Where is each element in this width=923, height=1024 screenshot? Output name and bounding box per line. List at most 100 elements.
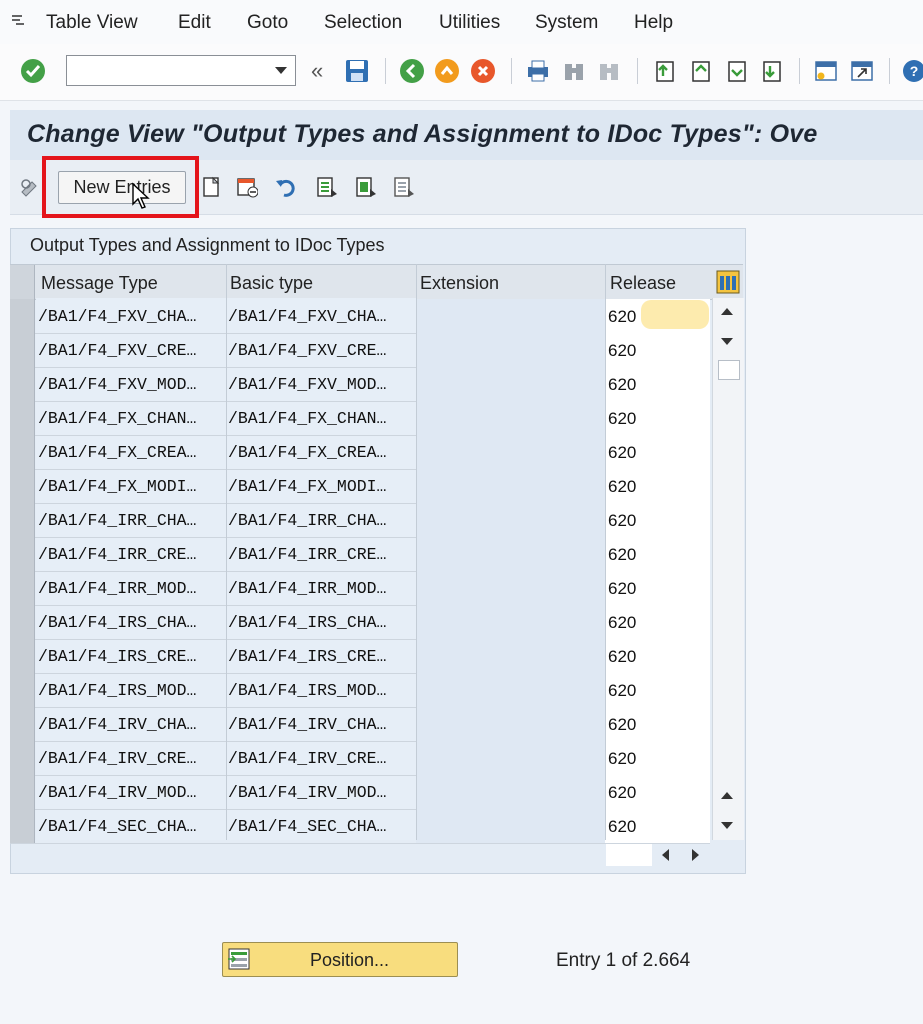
row-selector[interactable] [10,469,35,503]
horizontal-scroll-track[interactable] [606,844,652,866]
back-history-icon[interactable]: « [311,58,323,84]
cell-basic-type[interactable]: /BA1/F4_FX_MODI… [228,477,386,496]
cell-release[interactable]: 620 [605,605,710,639]
cell-message-type[interactable]: /BA1/F4_FXV_CRE… [38,341,196,360]
cell-extension[interactable] [416,435,605,469]
menu-utilities[interactable]: Utilities [439,12,500,34]
scroll-right-icon[interactable] [692,849,699,861]
cell-basic-type[interactable]: /BA1/F4_FX_CREA… [228,443,386,462]
shortcut-icon[interactable] [849,58,875,84]
row-selector[interactable] [10,571,35,605]
find-icon[interactable] [561,58,587,84]
cell-release[interactable]: 620 [605,401,710,435]
cell-release[interactable]: 620 [605,707,710,741]
column-header-basic-type[interactable]: Basic type [230,273,313,294]
cell-release[interactable]: 620 [605,537,710,571]
cell-message-type[interactable]: /BA1/F4_IRR_CHA… [38,511,196,530]
row-selector[interactable] [10,503,35,537]
previous-page-icon[interactable] [687,58,713,84]
last-page-icon[interactable] [758,58,784,84]
help-icon[interactable]: ? [901,58,923,84]
print-icon[interactable] [525,58,551,84]
select-all-icon[interactable] [315,175,337,199]
menu-system[interactable]: System [535,12,598,34]
cell-release[interactable]: 620 [605,809,710,843]
row-selector[interactable] [10,537,35,571]
cell-extension[interactable] [416,503,605,537]
cell-message-type[interactable]: /BA1/F4_FXV_MOD… [38,375,196,394]
select-all-cell[interactable] [10,265,35,299]
row-selector[interactable] [10,605,35,639]
cell-extension[interactable] [416,299,605,333]
cell-message-type[interactable]: /BA1/F4_IRS_MOD… [38,681,196,700]
cell-message-type[interactable]: /BA1/F4_IRS_CRE… [38,647,196,666]
first-page-icon[interactable] [651,58,677,84]
create-session-icon[interactable] [813,58,839,84]
cell-release[interactable]: 620 [605,333,710,367]
cell-basic-type[interactable]: /BA1/F4_IRV_CRE… [228,749,386,768]
cell-extension[interactable] [416,401,605,435]
cell-extension[interactable] [416,537,605,571]
horizontal-scrollbar[interactable] [606,842,716,868]
exit-icon[interactable] [434,58,460,84]
cell-release[interactable]: 620 [605,571,710,605]
cell-release[interactable]: 620 [605,639,710,673]
cell-message-type[interactable]: /BA1/F4_FXV_CHA… [38,307,196,326]
column-settings-icon[interactable] [716,270,740,294]
cell-release[interactable]: 620 [605,435,710,469]
cancel-icon[interactable] [470,58,496,84]
row-selector[interactable] [10,299,35,333]
vertical-scrollbar[interactable] [712,298,744,840]
cell-basic-type[interactable]: /BA1/F4_SEC_CHA… [228,817,386,836]
display-change-icon[interactable] [18,176,42,200]
row-selector[interactable] [10,333,35,367]
cell-extension[interactable] [416,809,605,843]
cell-basic-type[interactable]: /BA1/F4_FXV_CHA… [228,307,386,326]
menu-selection[interactable]: Selection [324,12,402,34]
scroll-down-icon[interactable] [721,338,733,345]
cell-basic-type[interactable]: /BA1/F4_IRR_CHA… [228,511,386,530]
cell-basic-type[interactable]: /BA1/F4_IRS_MOD… [228,681,386,700]
cell-extension[interactable] [416,639,605,673]
column-header-extension[interactable]: Extension [420,273,499,294]
cell-message-type[interactable]: /BA1/F4_IRS_CHA… [38,613,196,632]
select-block-icon[interactable] [354,175,376,199]
row-selector[interactable] [10,707,35,741]
cell-extension[interactable] [416,673,605,707]
scroll-up-icon[interactable] [721,308,733,315]
row-selector[interactable] [10,639,35,673]
row-selector[interactable] [10,741,35,775]
copy-as-icon[interactable] [200,175,222,199]
scroll-thumb[interactable] [718,360,740,380]
save-icon[interactable] [344,58,370,84]
cell-extension[interactable] [416,707,605,741]
cell-release[interactable]: 620 [605,469,710,503]
cell-release[interactable]: 620 [605,673,710,707]
chevron-down-icon[interactable] [275,67,287,74]
row-selector[interactable] [10,367,35,401]
cell-release[interactable]: 620 [605,367,710,401]
menu-help[interactable]: Help [634,12,673,34]
row-selector[interactable] [10,401,35,435]
undo-change-icon[interactable] [274,175,296,199]
cell-extension[interactable] [416,571,605,605]
cell-extension[interactable] [416,775,605,809]
menu-edit[interactable]: Edit [178,12,211,34]
cell-message-type[interactable]: /BA1/F4_IRV_MOD… [38,783,196,802]
position-button[interactable]: Position... [222,942,458,977]
cell-basic-type[interactable]: /BA1/F4_IRV_CHA… [228,715,386,734]
next-page-icon[interactable] [723,58,749,84]
cell-extension[interactable] [416,333,605,367]
cell-extension[interactable] [416,367,605,401]
cell-basic-type[interactable]: /BA1/F4_FXV_CRE… [228,341,386,360]
row-selector[interactable] [10,809,35,843]
cell-extension[interactable] [416,605,605,639]
cell-release[interactable]: 620 [605,741,710,775]
cell-message-type[interactable]: /BA1/F4_IRV_CRE… [38,749,196,768]
find-next-icon[interactable] [596,58,622,84]
cell-basic-type[interactable]: /BA1/F4_FX_CHAN… [228,409,386,428]
enter-icon[interactable] [20,58,46,84]
cell-basic-type[interactable]: /BA1/F4_IRS_CRE… [228,647,386,666]
row-selector[interactable] [10,673,35,707]
cell-release[interactable]: 620 [605,503,710,537]
